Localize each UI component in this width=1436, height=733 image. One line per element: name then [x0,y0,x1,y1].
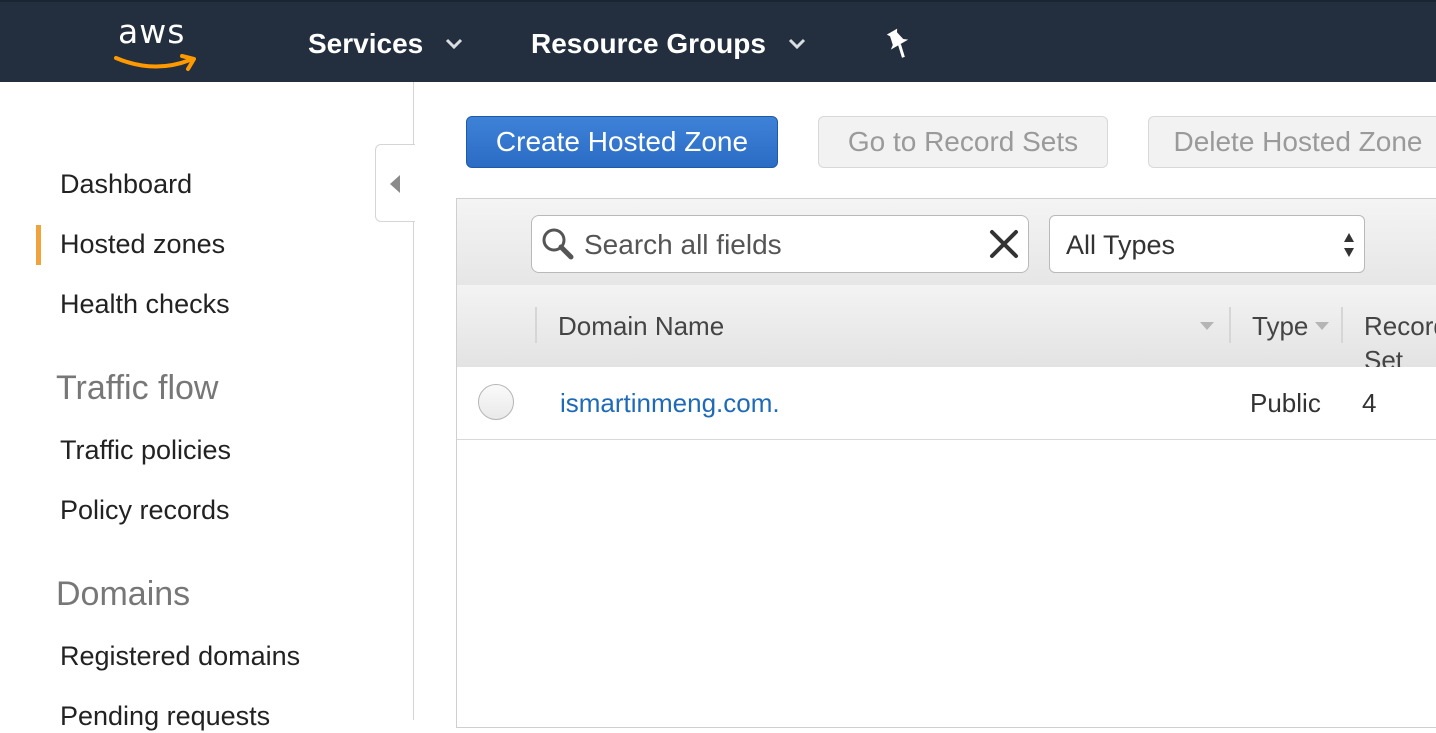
search-input[interactable] [582,224,976,266]
row-select-radio[interactable] [478,384,514,420]
search-box[interactable] [531,215,1029,273]
column-separator [535,307,537,343]
sidebar-item-hosted-zones[interactable]: Hosted zones [60,227,225,261]
filter-bar: All Types [457,199,1436,286]
table-row[interactable]: ismartinmeng.com. Public 4 [457,367,1436,440]
sort-caret-icon [1200,322,1214,330]
aws-logo[interactable]: aws [112,12,204,72]
select-arrows-icon [1344,233,1354,257]
sidebar-item-health-checks[interactable]: Health checks [60,287,230,321]
aws-smile-icon [114,54,196,71]
table-header: Domain Name Type Record Set Count [457,285,1436,409]
active-indicator [36,225,41,265]
sidebar-item-registered-domains[interactable]: Registered domains [60,639,300,673]
aws-logo-text: aws [118,12,186,51]
go-to-record-sets-button[interactable]: Go to Record Sets [818,116,1108,168]
column-separator [1341,307,1343,343]
column-separator [1229,307,1231,343]
sidebar-item-dashboard[interactable]: Dashboard [60,167,192,201]
sidebar-heading-traffic-flow: Traffic flow [56,369,219,407]
sidebar-item-pending-requests[interactable]: Pending requests [60,699,270,733]
top-navigation-bar: aws Services Resource Groups [0,0,1436,82]
type-filter-select[interactable]: All Types [1049,215,1365,273]
services-label: Services [308,28,424,59]
chevron-down-icon [446,38,463,50]
chevron-down-icon [788,38,806,50]
search-icon [542,228,574,260]
domain-name-link[interactable]: ismartinmeng.com. [560,386,780,420]
sidebar-item-policy-records[interactable]: Policy records [60,493,230,527]
services-menu[interactable]: Services [308,26,463,62]
zone-type-cell: Public [1250,388,1321,418]
caret-left-icon [390,175,400,193]
sidebar-heading-domains: Domains [56,575,191,613]
type-filter-value: All Types [1066,230,1176,260]
collapse-sidebar-button[interactable] [375,144,415,222]
create-hosted-zone-button[interactable]: Create Hosted Zone [466,116,778,168]
sidebar-item-traffic-policies[interactable]: Traffic policies [60,433,231,467]
sidebar: Dashboard Hosted zones Health checks Tra… [0,82,414,731]
delete-hosted-zone-button[interactable]: Delete Hosted Zone [1148,116,1436,168]
column-header-type[interactable]: Type [1252,309,1308,343]
hosted-zones-table: All Types Domain Name Type Record Set Co… [456,198,1436,728]
resource-groups-label: Resource Groups [531,28,766,59]
record-count-cell: 4 [1362,388,1377,418]
pin-icon[interactable] [884,28,912,60]
sort-caret-icon [1315,322,1329,330]
clear-search-icon[interactable] [988,228,1020,260]
resource-groups-menu[interactable]: Resource Groups [531,26,806,62]
column-header-domain-name[interactable]: Domain Name [558,309,724,343]
